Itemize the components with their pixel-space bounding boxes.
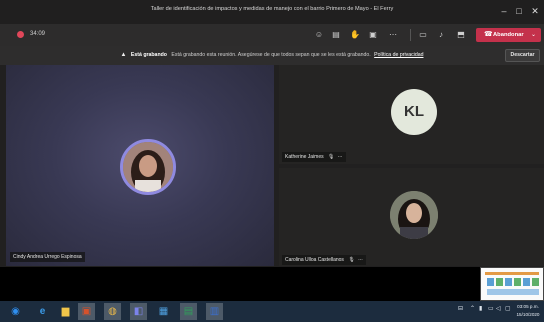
- excel-icon[interactable]: ▤: [180, 303, 197, 320]
- banner-message: Está grabando esta reunión. Asegúrese de…: [171, 52, 371, 58]
- file-explorer-icon[interactable]: ▆: [57, 303, 74, 320]
- chevron-down-icon[interactable]: ⌄: [531, 28, 536, 42]
- participant-avatar-photo: [390, 191, 438, 239]
- participant-name: Cindy Andrea Urrego Espinosa: [13, 254, 82, 260]
- meeting-timer: 34:09: [30, 31, 46, 37]
- breakout-rooms-icon[interactable]: ▣: [367, 29, 379, 41]
- warning-icon: ▲: [120, 52, 127, 58]
- clock-time: 03:05 p.m.: [517, 304, 539, 309]
- notification-icon[interactable]: ▢: [505, 305, 511, 312]
- participants-icon[interactable]: ☺: [313, 29, 325, 41]
- mic-muted-icon: 🎙: [348, 257, 355, 263]
- recording-banner: ▲ Está grabando Está grabando esta reuni…: [0, 46, 544, 65]
- minimize-icon[interactable]: –: [497, 4, 511, 18]
- close-icon[interactable]: ✕: [528, 4, 542, 18]
- participant-name-tag: Cindy Andrea Urrego Espinosa: [10, 252, 85, 262]
- title-bar: Taller de identificación de impactos y m…: [0, 0, 544, 24]
- participant-tile[interactable]: KL Katherine Jaimes 🎙 ⋯: [279, 65, 544, 164]
- photos-icon[interactable]: ▦: [155, 303, 172, 320]
- volume-icon[interactable]: ◁: [496, 305, 501, 312]
- clock-date: 15/10/2020: [516, 312, 540, 317]
- network-icon[interactable]: ▮: [479, 305, 482, 312]
- participant-initials-avatar: KL: [391, 89, 437, 135]
- recording-indicator-icon: [17, 31, 24, 38]
- privacy-policy-link[interactable]: Política de privacidad: [374, 52, 423, 58]
- hang-up-icon: ☎: [484, 31, 493, 38]
- toolbar-divider: [410, 29, 411, 41]
- participant-name: Carolina Ulloa Castellanos: [285, 257, 344, 263]
- maximize-icon[interactable]: □: [512, 4, 526, 18]
- participant-tile[interactable]: Carolina Ulloa Castellanos 🎙 ⋯: [279, 168, 544, 266]
- window-title: Taller de identificación de impactos y m…: [150, 6, 394, 12]
- participant-avatar-photo: [120, 139, 176, 195]
- video-stage: Cindy Andrea Urrego Espinosa KL Katherin…: [0, 65, 544, 267]
- show-hidden-icons-icon[interactable]: ⊟: [458, 305, 463, 312]
- dismiss-button[interactable]: Descartar: [505, 49, 540, 62]
- mic-muted-icon: 🎙: [328, 154, 335, 160]
- participant-name-tag: Carolina Ulloa Castellanos 🎙 ⋯: [282, 255, 367, 265]
- shared-content-thumbnail[interactable]: [480, 267, 544, 301]
- participant-tile-main[interactable]: Cindy Andrea Urrego Espinosa: [6, 65, 274, 266]
- windows-taskbar: ◉ e ▆ ▣ ◍ ◧ ▦ ▤ ▥ ⊟ ⌃ ▮ ▭ ◁ ▢ 03:05 p.m.…: [0, 301, 544, 322]
- start-icon[interactable]: ◉: [7, 303, 24, 320]
- more-actions-icon[interactable]: ⋯: [387, 29, 399, 41]
- camera-off-icon[interactable]: ▭: [417, 29, 429, 41]
- share-screen-icon[interactable]: ⬒: [455, 29, 467, 41]
- system-clock[interactable]: 03:05 p.m. 15/10/2020: [513, 303, 543, 319]
- chevron-up-icon[interactable]: ⌃: [470, 305, 475, 312]
- battery-icon[interactable]: ▭: [488, 305, 494, 312]
- meeting-toolbar: 34:09 ☺ ▤ ✋ ▣ ⋯ ▭ ♪ ⬒ ☎ Abandonar ⌄: [0, 24, 544, 46]
- raise-hand-icon[interactable]: ✋: [349, 29, 361, 41]
- edge-icon[interactable]: e: [34, 303, 51, 320]
- chrome-icon[interactable]: ◍: [104, 303, 121, 320]
- participant-name: Katherine Jaimes: [285, 154, 324, 160]
- more-options-icon[interactable]: ⋯: [358, 257, 363, 263]
- teams-icon[interactable]: ◧: [130, 303, 147, 320]
- banner-title: Está grabando: [130, 52, 167, 58]
- leave-button[interactable]: ☎ Abandonar ⌄: [476, 28, 541, 42]
- chat-icon[interactable]: ▤: [330, 29, 342, 41]
- powerpoint-icon[interactable]: ▣: [78, 303, 95, 320]
- mic-off-icon[interactable]: ♪: [435, 29, 447, 41]
- more-options-icon[interactable]: ⋯: [338, 154, 343, 160]
- leave-label: Abandonar: [493, 32, 524, 38]
- participant-name-tag: Katherine Jaimes 🎙 ⋯: [282, 152, 346, 162]
- word-icon[interactable]: ▥: [206, 303, 223, 320]
